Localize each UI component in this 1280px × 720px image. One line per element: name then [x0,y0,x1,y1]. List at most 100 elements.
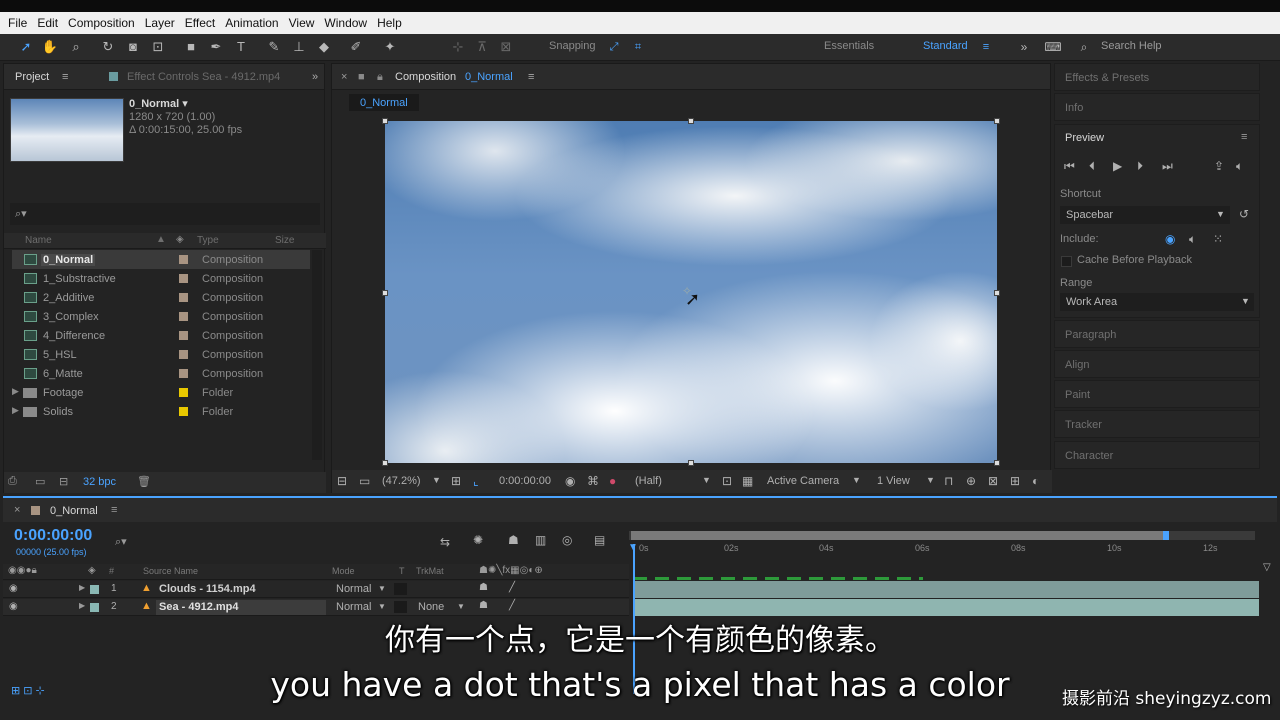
workspace-menu-icon[interactable]: ≡ [976,38,996,56]
work-area-bar[interactable] [629,531,1255,540]
label-column-icon[interactable]: ◈ [176,234,184,245]
tab-project[interactable]: Project [15,71,49,83]
cache-checkbox[interactable] [1061,256,1072,267]
composition-mini-flowchart-icon[interactable]: ⇆ [440,535,450,549]
time-ruler[interactable]: 0s 02s 04s 06s 08s 10s 12s [629,541,1255,559]
trash-icon[interactable]: 🗑 [137,475,151,488]
clone-stamp-tool-icon[interactable]: ⊥ [289,38,309,56]
project-item[interactable]: 5_HSL Composition [12,345,310,364]
paint-panel[interactable]: Paint [1054,380,1260,408]
shy-switch-icon[interactable]: ☗ [479,582,488,593]
align-panel[interactable]: Align [1054,350,1260,378]
menu-composition[interactable]: Composition [63,12,140,34]
next-frame-icon[interactable]: ⏵ [1137,159,1143,174]
audio-toggle-icon[interactable]: 🔈︎ [1189,232,1196,247]
menu-help[interactable]: Help [372,12,407,34]
search-icon[interactable]: ⌕ [1074,38,1094,56]
work-area-end-handle[interactable] [1163,531,1169,540]
zoom-tool-icon[interactable]: ⌕ [66,38,86,56]
expand-triangle-icon[interactable]: ▶ [79,601,85,610]
project-folder[interactable]: ▶ Footage Folder [12,383,310,402]
col-mode[interactable]: Mode [332,566,355,576]
region-of-interest-icon[interactable]: ⊡ [722,474,732,488]
hand-tool-icon[interactable]: ✋ [40,38,60,56]
flowchart-icon[interactable]: ⊞ [1010,474,1020,488]
view-layout-dropdown[interactable]: 1 View [877,475,910,487]
layer-duration-bar[interactable] [633,581,1259,598]
col-trkmat[interactable]: TrkMat [416,566,444,576]
shy-switch-icon[interactable]: ☗ [479,600,488,611]
info-panel[interactable]: Info [1054,93,1260,121]
label-swatch[interactable] [90,603,99,612]
show-snapshot-icon[interactable]: ⌘ [587,474,599,488]
quality-switch-icon[interactable]: ╱ [509,582,515,593]
project-item[interactable]: 0_Normal Composition ⊞ [12,250,321,269]
layer-row[interactable]: ◉ ▶ 1 ▲ Clouds - 1154.mp4 Normal ▼ ☗ ╱ [3,581,629,598]
type-tool-icon[interactable]: T [231,38,251,56]
snapshot-icon[interactable]: ◉ [565,474,575,488]
project-item[interactable]: 1_Substractive Composition [12,269,310,288]
motion-blur-icon[interactable]: ◎ [562,533,572,547]
eye-icon[interactable]: ◉ [9,601,18,612]
interpret-footage-icon[interactable]: ⎙ [8,475,17,488]
layer-handle[interactable] [382,118,388,124]
layer-handle[interactable] [994,118,1000,124]
expand-triangle-icon[interactable]: ▶ [12,386,19,397]
layer-handle[interactable] [688,460,694,466]
menu-layer[interactable]: Layer [140,12,180,34]
panel-menu-icon[interactable]: ≡ [111,504,117,516]
composition-viewer[interactable]: ➚ ✧ [385,121,997,463]
col-t[interactable]: T [399,566,405,576]
toggle-pixel-aspect-icon[interactable]: ⊓ [944,474,953,488]
pen-tool-icon[interactable]: ✒ [206,38,226,56]
sort-ascending-icon[interactable]: ▲ [156,234,166,245]
menu-animation[interactable]: Animation [220,12,283,34]
layer-handle[interactable] [994,290,1000,296]
project-item[interactable]: 4_Difference Composition [12,326,310,345]
track-matte-dropdown[interactable]: None [418,601,444,613]
composition-tab-name[interactable]: 0_Normal [465,71,513,83]
label-swatch[interactable] [90,585,99,594]
more-workspaces-icon[interactable]: » [1014,38,1034,56]
brush-tool-icon[interactable]: ✎ [264,38,284,56]
keyboard-icon[interactable]: ⌨ [1043,38,1063,56]
expand-tabs-icon[interactable]: » [312,71,318,83]
timeline-search-icon[interactable]: ⌕▾ [115,535,127,549]
menu-file[interactable]: File [3,12,32,34]
timeline-timecode[interactable]: 0:00:00:00 [14,527,92,545]
new-composition-icon[interactable]: ⊟ [59,475,68,488]
quality-switch-icon[interactable]: ╱ [509,600,515,611]
effects-presets-panel[interactable]: Effects & Presets [1054,63,1260,91]
timeline-scroll-icon[interactable]: ▽ [1263,562,1271,573]
timeline-tab-name[interactable]: 0_Normal [50,505,98,517]
expand-triangle-icon[interactable]: ▶ [12,405,19,416]
graph-editor-icon[interactable]: ▤ [594,533,605,547]
previous-frame-icon[interactable]: ⏴ [1089,159,1095,174]
puppet-tool-icon[interactable]: ✦ [380,38,400,56]
layer-duration-bar[interactable] [633,599,1259,616]
pan-behind-tool-icon[interactable]: ⊡ [148,38,168,56]
project-folder[interactable]: ▶ Solids Folder [12,402,310,421]
range-dropdown[interactable]: Work Area ▼ [1060,293,1254,311]
lock-icon[interactable]: ■ [358,71,365,83]
character-panel[interactable]: Character [1054,441,1260,469]
comp-subtab[interactable]: 0_Normal [349,94,419,111]
col-size[interactable]: Size [275,235,294,246]
rectangle-tool-icon[interactable]: ■ [181,38,201,56]
layer-handle[interactable] [994,460,1000,466]
audio-icon[interactable]: 🔈︎ [1236,159,1243,174]
timeline-icon[interactable]: ⊠ [988,474,998,488]
menu-effect[interactable]: Effect [180,12,220,34]
mask-visibility-icon[interactable]: ⌞ [473,474,479,488]
loop-icon[interactable]: ⇪ [1214,159,1224,173]
preserve-transparency-toggle[interactable] [394,583,407,595]
col-type[interactable]: Type [197,235,219,246]
col-source-name[interactable]: Source Name [143,566,198,576]
roto-brush-tool-icon[interactable]: ✐ [346,38,366,56]
layer-name[interactable]: Sea - 4912.mp4 [159,601,239,613]
shy-layers-icon[interactable]: ☗ [508,533,519,547]
axis-world-icon[interactable]: ⊼ [472,38,492,56]
first-frame-icon[interactable]: ⏮ [1064,159,1075,174]
shortcut-dropdown[interactable]: Spacebar ▼ [1060,206,1230,224]
bit-depth-button[interactable]: 32 bpc [83,476,116,488]
